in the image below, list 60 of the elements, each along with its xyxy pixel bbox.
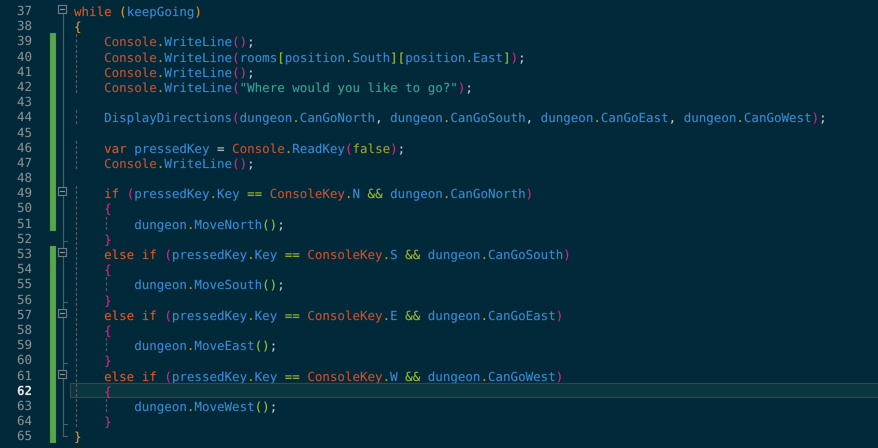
line-number: 62 — [16, 382, 32, 398]
line-number: 50 — [16, 200, 32, 216]
collapse-icon[interactable] — [58, 248, 67, 257]
line-number: 46 — [16, 140, 32, 155]
collapse-icon[interactable] — [58, 5, 67, 14]
line-number: 42 — [16, 78, 32, 94]
code-line: if (pressedKey.Key == ConsoleKey.N && dungeon.CanGoNorth) — [103, 186, 534, 202]
code-line: Console.WriteLine(); — [103, 34, 255, 50]
line-number: 51 — [16, 216, 32, 231]
code-line: else if (pressedKey.Key == ConsoleKey.S && dungeon.CanGoSouth) — [103, 247, 571, 262]
code-line: while (keepGoing) — [74, 4, 202, 19]
code-line: } — [103, 292, 112, 308]
code-line: } — [74, 429, 82, 444]
code-line: Console.WriteLine(); — [103, 156, 255, 171]
code-line: } — [103, 414, 112, 430]
code-line: dungeon.MoveEast(); — [133, 338, 278, 354]
code-line: dungeon.MoveWest(); — [133, 398, 278, 414]
code-line: { — [103, 384, 112, 399]
line-number: 39 — [16, 33, 32, 49]
line-number: 61 — [16, 368, 32, 383]
line-number: 57 — [16, 306, 32, 322]
collapse-icon[interactable] — [58, 370, 67, 378]
code-line: else if (pressedKey.Key == ConsoleKey.E && dungeon.CanGoEast) — [103, 308, 564, 323]
code-line: { — [103, 201, 112, 216]
line-number: 48 — [16, 170, 32, 186]
line-number: 44 — [16, 109, 32, 124]
line-number: 45 — [16, 124, 32, 140]
code-line: { — [103, 322, 112, 338]
line-number: 56 — [16, 292, 32, 307]
line-number: 63 — [16, 398, 32, 414]
code-line: dungeon.MoveNorth(); — [133, 216, 285, 232]
code-line: Console.WriteLine(rooms[position.South][position.East]); — [103, 50, 526, 65]
line-number: 54 — [16, 261, 32, 276]
code-line: else if (pressedKey.Key == ConsoleKey.W && dungeon.CanGoWest) — [103, 368, 564, 384]
line-number: 49 — [16, 185, 32, 200]
line-number: 37 — [16, 3, 32, 18]
line-number: 43 — [16, 94, 32, 110]
line-number: 58 — [16, 322, 32, 338]
code-line: { — [103, 262, 112, 278]
code-line: } — [103, 353, 112, 368]
collapse-icon[interactable] — [58, 308, 67, 318]
line-number: 55 — [16, 276, 32, 292]
code-line: dungeon.MoveSouth(); — [133, 277, 285, 292]
code-line: DisplayDirections(dungeon.CanGoNorth, dungeon.CanGoSouth, dungeon.CanGoEast, dungeon.CanGoWest); — [103, 110, 827, 126]
line-number: 38 — [16, 18, 32, 34]
code-line: var pressedKey = Console.ReadKey(false); — [103, 140, 406, 156]
line-number: 60 — [16, 352, 32, 368]
line-number: 64 — [16, 413, 32, 428]
code-line: Console.WriteLine("Where would you like to go?"); — [103, 80, 473, 95]
line-number: 52 — [16, 230, 32, 246]
line-number: 53 — [16, 246, 32, 262]
collapse-icon[interactable] — [58, 187, 67, 196]
code-line: } — [103, 232, 112, 247]
line-number: 65 — [16, 428, 32, 444]
line-number: 59 — [16, 337, 32, 352]
line-number: 47 — [16, 154, 32, 170]
code-line: Console.WriteLine(); — [103, 64, 255, 80]
line-number: 40 — [16, 48, 32, 64]
line-number: 41 — [16, 64, 32, 79]
code-line: { — [74, 19, 82, 34]
